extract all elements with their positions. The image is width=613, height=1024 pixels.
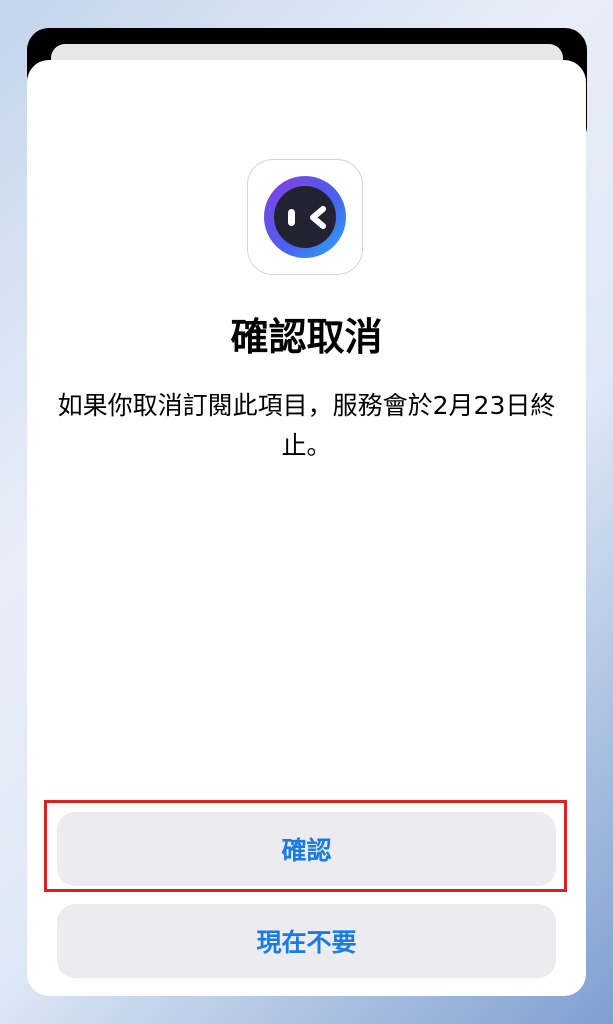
confirm-button[interactable]: 確認 (57, 812, 556, 886)
confirm-cancel-sheet: 確認取消 如果你取消訂閱此項目，服務會於2月23日終止。 確認 現在不要 (27, 60, 586, 996)
dialog-title: 確認取消 (230, 315, 383, 359)
app-logo-graphic (264, 176, 346, 258)
app-logo-icon (247, 159, 363, 275)
dialog-message: 如果你取消訂閱此項目，服務會於2月23日終止。 (57, 391, 556, 460)
not-now-button[interactable]: 現在不要 (57, 904, 556, 978)
